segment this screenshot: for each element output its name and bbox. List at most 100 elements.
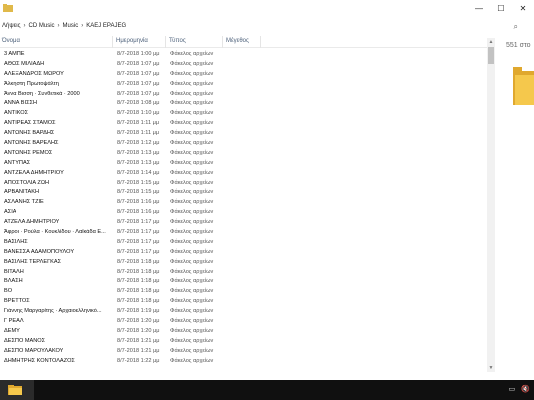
list-item[interactable]: ΒΛΑΣΗ 8/7-2018 1:18 μμ Φάκελος αρχείων: [0, 277, 487, 287]
column-header-name[interactable]: Όνομα: [2, 38, 20, 44]
breadcrumb: Λήψεις › CD Music › Music › KAEJ EPAJEG: [2, 23, 126, 29]
list-item[interactable]: ΒΑΣΙΛΗΣ 8/7-2018 1:17 μμ Φάκελος αρχείων: [0, 238, 487, 248]
file-name: ΑΝΤΩΝΗΣ ΒΑΡΕΛΗΣ: [4, 140, 59, 147]
list-item[interactable]: ΔΕΣΠΟ ΜΑΡΟΥΛΑΚΟΥ 8/7-2018 1:21 μμ Φάκελος …: [0, 347, 487, 357]
file-name: ΑΝΤΩΝΗΣ ΒΑΡΔΗΣ: [4, 130, 55, 137]
list-item[interactable]: ΑΝΤΙΡΕΑΣ ΣΤΑΜΟΣ 8/7-2018 1:11 μμ Φάκελος α…: [0, 119, 487, 129]
file-date: 8/7-2018 1:15 μμ: [117, 179, 160, 186]
title-bar: — ☐ ✕: [0, 0, 534, 17]
file-type: Φάκελος αρχείων: [170, 327, 214, 334]
close-button[interactable]: ✕: [512, 0, 534, 17]
file-date: 8/7-2018 1:20 μμ: [117, 327, 160, 334]
maximize-button[interactable]: ☐: [490, 0, 512, 17]
list-item[interactable]: ΑΣΛΑΝΗΣ ΤΖΙΕ 8/7-2018 1:16 μμ Φάκελος αρχε…: [0, 198, 487, 208]
scroll-down-arrow-icon[interactable]: ▼: [487, 364, 495, 372]
list-item[interactable]: ΔΗΜΗΤΡΗΣ ΚΟΝΤΟΛΑΖΟΣ 8/7-2018 1:22 μμ Φάκελ…: [0, 357, 487, 367]
file-name: ΑΡΒΑΝΙΤΑΚΗ: [4, 189, 40, 196]
list-item[interactable]: ΑΘΩΣ ΜΙΛΙΑΔΗ 8/7-2018 1:07 μμ Φάκελος αρχε…: [0, 60, 487, 70]
file-explorer-taskbar-button[interactable]: [0, 380, 34, 400]
list-item[interactable]: ΑΝΤΩΝΗΣ ΒΑΡΕΛΗΣ 8/7-2018 1:12 μμ Φάκελος α…: [0, 139, 487, 149]
minimize-button[interactable]: —: [468, 0, 490, 17]
search-icon[interactable]: ⌕: [514, 22, 518, 32]
list-item[interactable]: ΔΕΣΠΟ ΜΑΝΟΣ 8/7-2018 1:21 μμ Φάκελος αρχεί…: [0, 337, 487, 347]
speaker-muted-icon[interactable]: 🔇: [521, 385, 530, 393]
scrollbar-thumb[interactable]: [488, 47, 494, 64]
file-date: 8/7-2018 1:17 μμ: [117, 219, 160, 226]
file-date: 8/7-2018 1:07 μμ: [117, 60, 160, 67]
column-divider[interactable]: [165, 36, 166, 48]
file-type: Φάκελος αρχείων: [170, 318, 214, 325]
file-type: Φάκελος αρχείων: [170, 278, 214, 285]
taskbar: ▭ 🔇: [0, 380, 534, 400]
file-name: Γιάννης Μαργαρίτης · Αρχαιοελληνικό...: [4, 308, 102, 315]
breadcrumb-item[interactable]: KAEJ EPAJEG: [86, 23, 126, 29]
file-date: 8/7-2018 1:17 μμ: [117, 238, 160, 245]
list-item[interactable]: ΑΝΤΥΠΑΣ 8/7-2018 1:13 μμ Φάκελος αρχείων: [0, 159, 487, 169]
file-type: Φάκελος αρχείων: [170, 51, 214, 57]
chevron-right-icon: ›: [81, 23, 84, 29]
column-divider[interactable]: [222, 36, 223, 48]
column-divider[interactable]: [112, 36, 113, 48]
list-item[interactable]: ΑΛΕΞΑΝΔΡΟΣ ΜΩΡΟΥ 8/7-2018 1:07 μμ Φάκελος …: [0, 70, 487, 80]
column-header-size[interactable]: Μέγεθος: [226, 38, 249, 44]
file-name: ΔΕΣΠΟ ΜΑΡΟΥΛΑΚΟΥ: [4, 347, 64, 354]
file-type: Φάκελος αρχείων: [170, 159, 214, 166]
list-item[interactable]: ΑΝΤΩΝΗΣ ΒΑΡΔΗΣ 8/7-2018 1:11 μμ Φάκελος αρ…: [0, 129, 487, 139]
file-name: ΑΣΛΑΝΗΣ ΤΖΙΕ: [4, 199, 44, 206]
file-type: Φάκελος αρχείων: [170, 248, 214, 255]
file-type: Φάκελος αρχείων: [170, 60, 214, 67]
list-item[interactable]: ΑΝΤΖΕΛΑ ΔΗΜΗΤΡΙΟΥ 8/7-2018 1:14 μμ Φάκελος…: [0, 169, 487, 179]
file-name: ΒΟ: [4, 288, 13, 295]
column-header-date[interactable]: Ημερομηνία: [116, 38, 148, 44]
file-date: 8/7-2018 1:21 μμ: [117, 347, 160, 354]
breadcrumb-item[interactable]: Music: [63, 23, 79, 29]
list-item[interactable]: ΑΡΒΑΝΙΤΑΚΗ 8/7-2018 1:15 μμ Φάκελος αρχείω…: [0, 188, 487, 198]
chevron-right-icon: ›: [23, 23, 26, 29]
file-name: ΒΛΑΣΗ: [4, 278, 23, 285]
column-header-type[interactable]: Τύπος: [169, 38, 186, 44]
list-item[interactable]: ΒΙΤΑΛΗ 8/7-2018 1:18 μμ Φάκελος αρχείων: [0, 268, 487, 278]
list-item[interactable]: Γιάννης Μαργαρίτης · Αρχαιοελληνικό... 8/…: [0, 307, 487, 317]
file-date: 8/7-2018 1:07 μμ: [117, 90, 160, 97]
file-name: ΒΑΣΙΛΗΣ ΤΕΡΛΕΓΚΑΣ: [4, 258, 62, 265]
scroll-up-arrow-icon[interactable]: ▲: [487, 38, 495, 46]
breadcrumb-item[interactable]: CD Music: [29, 23, 55, 29]
list-item[interactable]: Άννα Βισση · Συνθετικά · 2000 8/7-2018 1:…: [0, 90, 487, 100]
file-type: Φάκελος αρχείων: [170, 209, 214, 216]
file-name: ΑΝΤΩΝΗΣ ΡΕΜΟΣ: [4, 149, 53, 156]
file-type: Φάκελος αρχείων: [170, 130, 214, 137]
breadcrumb-item[interactable]: Λήψεις: [2, 23, 21, 29]
list-item[interactable]: Άλκηστη Πρωτοψάλτη 8/7-2018 1:07 μμ Φάκελο…: [0, 80, 487, 90]
address-bar[interactable]: Λήψεις › CD Music › Music › KAEJ EPAJEG …: [0, 20, 534, 36]
list-item[interactable]: ΑΤΖΕΛΑ ΔΗΜΗΤΡΙΟΥ 8/7-2018 1:17 μμ Φάκελος …: [0, 218, 487, 228]
file-name: ΔΗΜΗΤΡΗΣ ΚΟΝΤΟΛΑΖΟΣ: [4, 357, 75, 364]
list-item[interactable]: ΒΡΕΤΤΟΣ 8/7-2018 1:18 μμ Φάκελος αρχείων: [0, 297, 487, 307]
list-item[interactable]: ΒΟ 8/7-2018 1:18 μμ Φάκελος αρχείων: [0, 287, 487, 297]
list-item[interactable]: ΑΣΙΑ 8/7-2018 1:16 μμ Φάκελος αρχείων: [0, 208, 487, 218]
list-item[interactable]: 3 ΑΜΠΕ 8/7-2018 1:00 μμ Φάκελος αρχείων: [0, 50, 487, 60]
chevron-right-icon: ›: [57, 23, 60, 29]
file-date: 8/7-2018 1:10 μμ: [117, 110, 160, 117]
list-item[interactable]: Γ ΡΕΑΛ 8/7-2018 1:20 μμ Φάκελος αρχείων: [0, 317, 487, 327]
file-type: Φάκελος αρχείων: [170, 140, 214, 147]
file-date: 8/7-2018 1:17 μμ: [117, 248, 160, 255]
list-item[interactable]: ΒΑΣΙΛΗΣ ΤΕΡΛΕΓΚΑΣ 8/7-2018 1:18 μμ Φάκελος…: [0, 258, 487, 268]
file-date: 8/7-2018 1:11 μμ: [117, 130, 160, 137]
file-name: ΑΝΤΙΡΕΑΣ ΣΤΑΜΟΣ: [4, 120, 56, 127]
list-item[interactable]: Άφροι · Ρούλα · Κουκλίδου · Λαϊκάδα Ε...…: [0, 228, 487, 238]
file-type: Φάκελος αρχείων: [170, 308, 214, 315]
file-date: 8/7-2018 1:22 μμ: [117, 357, 160, 364]
file-date: 8/7-2018 1:16 μμ: [117, 199, 160, 206]
column-divider[interactable]: [260, 36, 261, 48]
list-item[interactable]: ΑΝΤΩΝΗΣ ΡΕΜΟΣ 8/7-2018 1:13 μμ Φάκελος αρχ…: [0, 149, 487, 159]
list-item[interactable]: ΒΑΝΕΣΣΑ ΑΔΑΜΟΠΟΥΛΟΥ 8/7-2018 1:17 μμ Φάκελ…: [0, 248, 487, 258]
list-item[interactable]: ΑΠΟΣΤΟΛΙΑ ΖΩΗ 8/7-2018 1:15 μμ Φάκελος αρχ…: [0, 179, 487, 189]
vertical-scrollbar[interactable]: ▲ ▼: [487, 38, 495, 372]
file-type: Φάκελος αρχείων: [170, 357, 214, 364]
list-item[interactable]: ΑΝΝΑ ΒΙΣΣΗ 8/7-2018 1:08 μμ Φάκελος αρχείω…: [0, 99, 487, 109]
file-date: 8/7-2018 1:07 μμ: [117, 80, 160, 87]
list-item[interactable]: ΔΕΜΥ 8/7-2018 1:20 μμ Φάκελος αρχείων: [0, 327, 487, 337]
list-item[interactable]: ΑΝΤΙΚΟΣ 8/7-2018 1:10 μμ Φάκελος αρχείων: [0, 109, 487, 119]
notification-icon[interactable]: ▭: [509, 385, 516, 393]
file-date: 8/7-2018 1:12 μμ: [117, 140, 160, 147]
